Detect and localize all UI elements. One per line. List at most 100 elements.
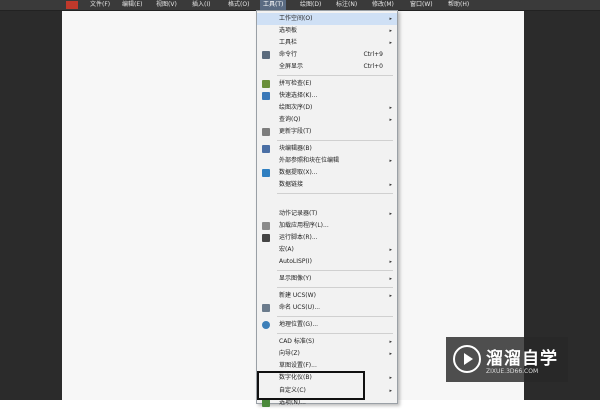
menu-separator bbox=[277, 287, 393, 288]
options-icon bbox=[262, 399, 270, 407]
menu-item-fullscreen[interactable]: 全屏显示 Ctrl+0 bbox=[257, 61, 397, 73]
menu-item-label: 工具栏 bbox=[279, 39, 298, 46]
submenu-arrow-icon: ▸ bbox=[389, 182, 392, 188]
menu-item-label: 动作记录器(T) bbox=[279, 210, 318, 217]
menu-item-spell-check[interactable]: 拼写检查(E) bbox=[257, 78, 397, 90]
menu-item-toolbars[interactable]: 工具栏 ▸ bbox=[257, 37, 397, 49]
menu-item-label: 加载应用程序(L)... bbox=[279, 222, 329, 229]
menu-item-wizards[interactable]: 向导(Z) ▸ bbox=[257, 348, 397, 360]
menu-item-cad-standards[interactable]: CAD 标准(S) ▸ bbox=[257, 336, 397, 348]
submenu-arrow-icon: ▸ bbox=[389, 247, 392, 253]
menu-item-label: 命名 UCS(U)... bbox=[279, 304, 321, 311]
menu-item-label: 块编辑器(B) bbox=[279, 145, 312, 152]
menu-file[interactable]: 文件(F) bbox=[90, 0, 110, 10]
submenu-arrow-icon: ▸ bbox=[389, 16, 392, 22]
menu-item-shortcut: Ctrl+0 bbox=[363, 63, 383, 70]
menu-item-data-extraction[interactable]: 数据提取(X)... bbox=[257, 167, 397, 179]
menu-item-inquiry[interactable]: 查询(Q) ▸ bbox=[257, 114, 397, 126]
update-field-icon bbox=[262, 128, 270, 136]
menu-item-load-application[interactable]: 加载应用程序(L)... bbox=[257, 220, 397, 232]
submenu-arrow-icon: ▸ bbox=[389, 40, 392, 46]
menu-item-autolisp[interactable]: AutoLISP(I) ▸ bbox=[257, 256, 397, 268]
menu-item-label: 地理位置(G)... bbox=[279, 321, 319, 328]
submenu-arrow-icon: ▸ bbox=[389, 375, 392, 381]
block-editor-icon bbox=[262, 145, 270, 153]
submenu-arrow-icon: ▸ bbox=[389, 211, 392, 217]
named-ucs-icon bbox=[262, 304, 270, 312]
menu-item-label: 数据提取(X)... bbox=[279, 169, 318, 176]
command-line-icon bbox=[262, 51, 270, 59]
submenu-arrow-icon: ▸ bbox=[389, 117, 392, 123]
submenu-arrow-icon: ▸ bbox=[389, 105, 392, 111]
submenu-arrow-icon: ▸ bbox=[389, 158, 392, 164]
menu-item-label: 更新字段(T) bbox=[279, 128, 312, 135]
menu-item-draw-order[interactable]: 绘图次序(D) ▸ bbox=[257, 102, 397, 114]
menu-item-label: CAD 标准(S) bbox=[279, 338, 315, 345]
menu-item-display-image[interactable]: 显示图像(Y) ▸ bbox=[257, 273, 397, 285]
menu-view[interactable]: 视图(V) bbox=[156, 0, 177, 10]
left-background bbox=[0, 0, 62, 400]
submenu-arrow-icon: ▸ bbox=[389, 276, 392, 282]
menu-item-label: 宏(A) bbox=[279, 246, 294, 253]
menu-insert[interactable]: 插入(I) bbox=[192, 0, 210, 10]
menu-item-workspaces[interactable]: 工作空间(O) ▸ bbox=[257, 13, 397, 25]
menu-edit[interactable]: 编辑(E) bbox=[122, 0, 142, 10]
run-script-icon bbox=[262, 234, 270, 242]
menu-item-block-editor[interactable]: 块编辑器(B) bbox=[257, 143, 397, 155]
menu-item-named-ucs[interactable]: 命名 UCS(U)... bbox=[257, 302, 397, 314]
menu-draw[interactable]: 绘图(D) bbox=[300, 0, 321, 10]
submenu-arrow-icon: ▸ bbox=[389, 351, 392, 357]
watermark: 溜溜自学 ZIXUE.3D66.COM bbox=[446, 337, 568, 382]
menu-separator bbox=[277, 140, 393, 141]
menu-modify[interactable]: 修改(M) bbox=[372, 0, 394, 10]
menu-item-shortcut: Ctrl+9 bbox=[363, 51, 383, 58]
menu-separator bbox=[277, 333, 393, 334]
menu-item-label: 全屏显示 bbox=[279, 63, 304, 70]
menu-separator bbox=[277, 316, 393, 317]
menu-item-label: 运行脚本(R)... bbox=[279, 234, 318, 241]
menu-separator bbox=[277, 193, 393, 194]
menu-item-command-line[interactable]: 命令行 Ctrl+9 bbox=[257, 49, 397, 61]
menu-item-label: 外部参照和块在位编辑 bbox=[279, 157, 340, 164]
menu-dimension[interactable]: 标注(N) bbox=[336, 0, 357, 10]
menu-item-new-ucs[interactable]: 新建 UCS(W) ▸ bbox=[257, 290, 397, 302]
submenu-arrow-icon: ▸ bbox=[389, 28, 392, 34]
submenu-arrow-icon: ▸ bbox=[389, 293, 392, 299]
menu-item-palettes[interactable]: 选项板 ▸ bbox=[257, 25, 397, 37]
annotation-highlight-box bbox=[257, 371, 365, 400]
watermark-url: ZIXUE.3D66.COM bbox=[486, 368, 539, 375]
menu-item-update-fields[interactable]: 更新字段(T) bbox=[257, 126, 397, 138]
menu-item-label: 工作空间(O) bbox=[279, 15, 313, 22]
menu-tools[interactable]: 工具(T) bbox=[260, 0, 287, 10]
geographic-location-icon bbox=[262, 321, 270, 329]
menu-item-label: 数据链接 bbox=[279, 181, 304, 188]
menu-separator bbox=[277, 75, 393, 76]
app-logo-icon[interactable] bbox=[66, 1, 78, 9]
spell-check-icon bbox=[262, 80, 270, 88]
menu-item-label: AutoLISP(I) bbox=[279, 258, 312, 265]
menu-item-label: 向导(Z) bbox=[279, 350, 300, 357]
menu-item-action-recorder[interactable]: 动作记录器(T) ▸ bbox=[257, 208, 397, 220]
menu-item-label: 查询(Q) bbox=[279, 116, 301, 123]
menu-help[interactable]: 帮助(H) bbox=[448, 0, 469, 10]
menu-item-label: 快速选择(K)... bbox=[279, 92, 318, 99]
menu-item-data-links[interactable]: 数据链接 ▸ bbox=[257, 179, 397, 191]
menu-item-label: 新建 UCS(W) bbox=[279, 292, 316, 299]
submenu-arrow-icon: ▸ bbox=[389, 388, 392, 394]
watermark-title: 溜溜自学 bbox=[486, 349, 558, 369]
menu-item-label: 拼写检查(E) bbox=[279, 80, 312, 87]
menu-item-run-script[interactable]: 运行脚本(R)... bbox=[257, 232, 397, 244]
load-application-icon bbox=[262, 222, 270, 230]
play-logo-icon bbox=[453, 345, 481, 373]
menu-item-macro[interactable]: 宏(A) ▸ bbox=[257, 244, 397, 256]
menu-item-xref-in-place-edit[interactable]: 外部参照和块在位编辑 ▸ bbox=[257, 155, 397, 167]
menu-item-geographic-location[interactable]: 地理位置(G)... bbox=[257, 319, 397, 331]
menu-item-label: 选项板 bbox=[279, 27, 298, 34]
submenu-arrow-icon: ▸ bbox=[389, 339, 392, 345]
menu-window[interactable]: 窗口(W) bbox=[410, 0, 433, 10]
quick-select-icon bbox=[262, 92, 270, 100]
menu-separator bbox=[277, 270, 393, 271]
menu-item-label: 命令行 bbox=[279, 51, 298, 58]
menu-format[interactable]: 格式(O) bbox=[228, 0, 249, 10]
menu-item-quick-select[interactable]: 快速选择(K)... bbox=[257, 90, 397, 102]
